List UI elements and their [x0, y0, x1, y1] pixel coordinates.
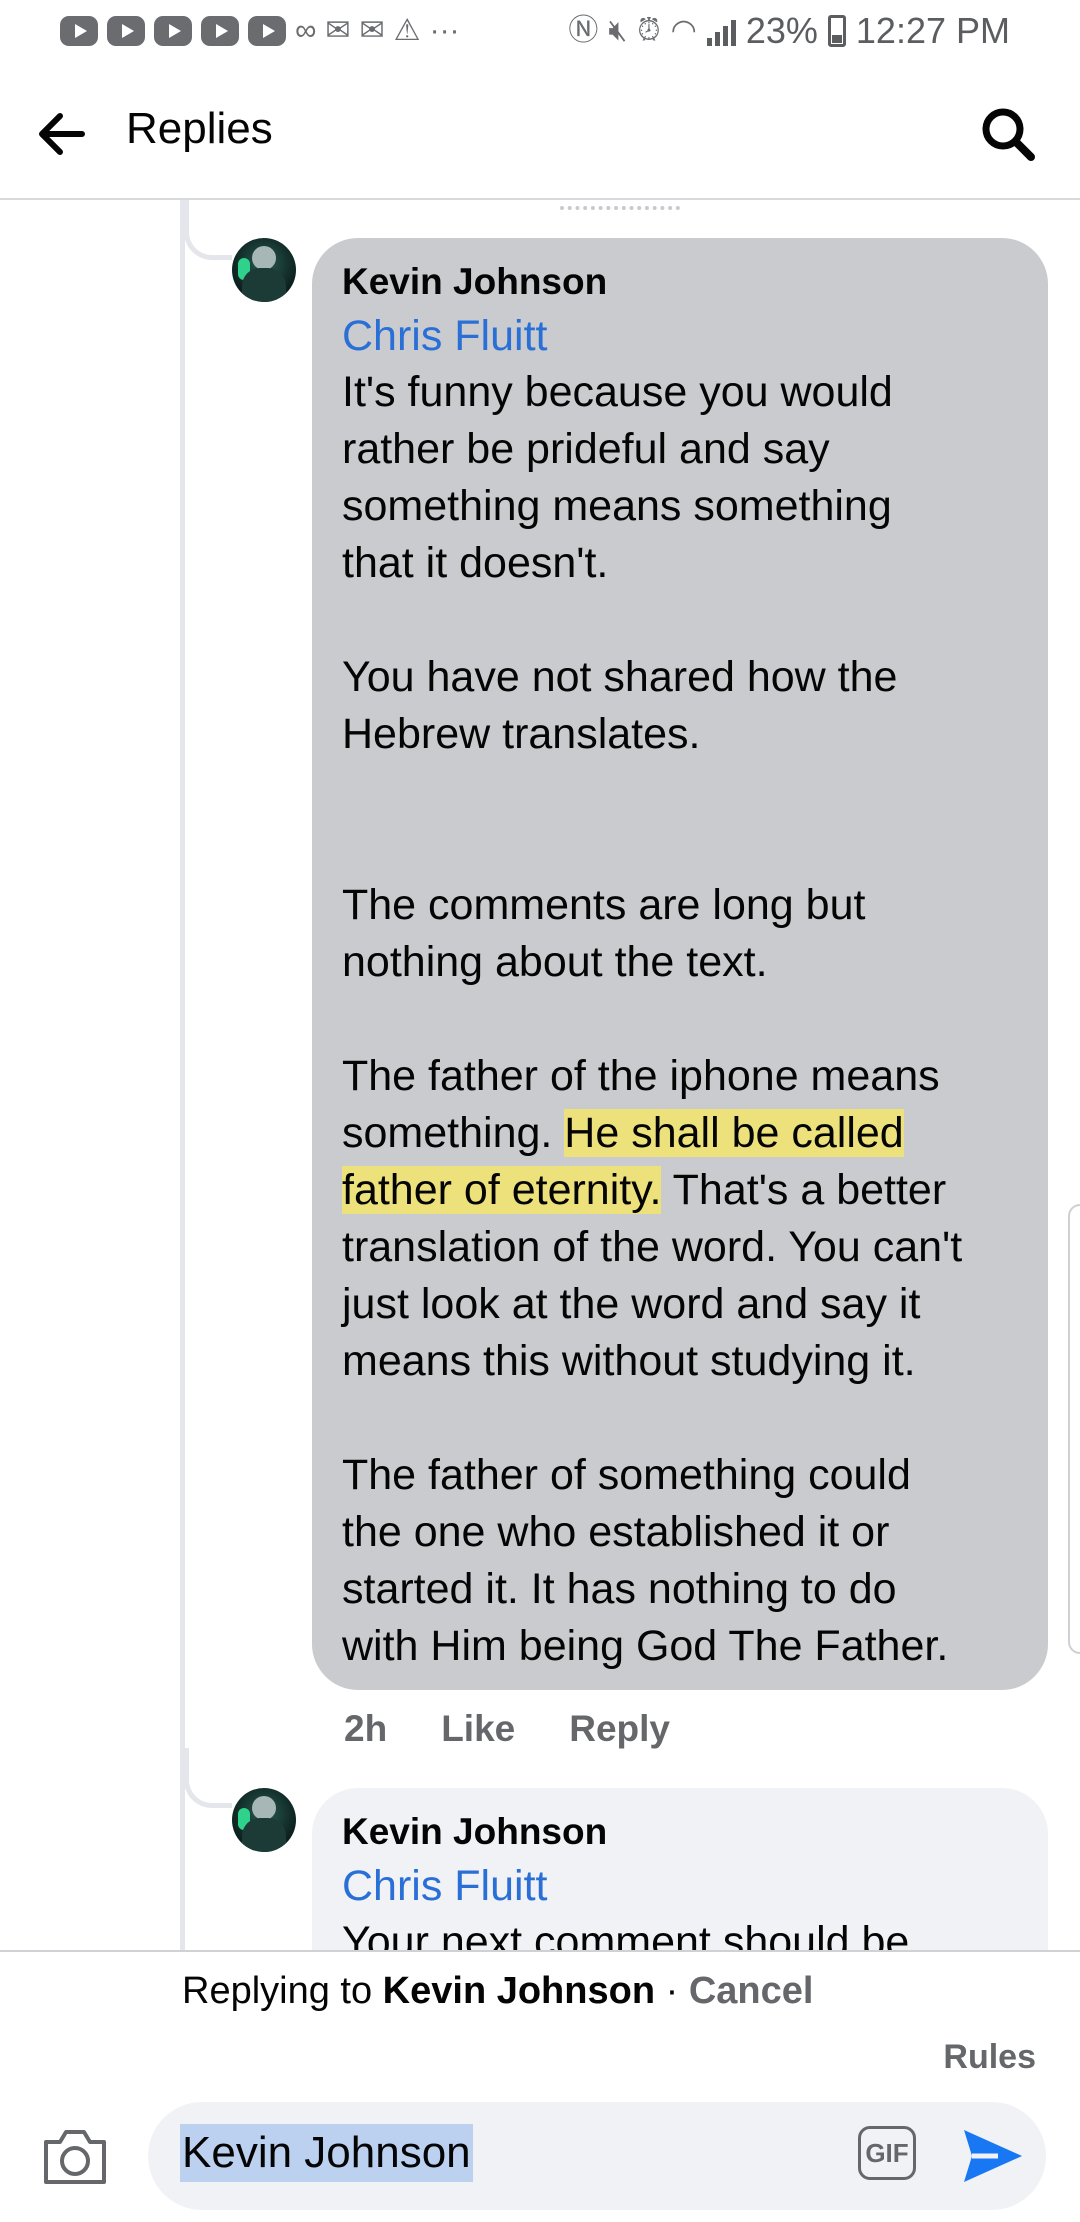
replying-prefix: Replying to	[182, 1970, 383, 2012]
nfc-icon: Ⓝ	[568, 14, 599, 47]
search-icon	[982, 108, 1035, 161]
warning-icon: ⚠	[393, 14, 421, 47]
comment-author[interactable]: Kevin Johnson	[342, 256, 1018, 308]
avatar-head	[252, 1796, 276, 1820]
comment-actions: 2h Like Reply	[344, 1708, 670, 1750]
comment-bubble[interactable]: Kevin Johnson Chris Fluitt Your next com…	[312, 1788, 1048, 1950]
avatar[interactable]	[232, 1788, 296, 1852]
replying-to-label: Replying to Kevin Johnson · Cancel	[182, 1970, 813, 2013]
thread-line	[180, 200, 185, 1950]
avatar-body	[242, 1818, 286, 1852]
comment-timestamp[interactable]: 2h	[344, 1708, 387, 1750]
youtube-notification-icon	[154, 16, 192, 46]
more-notifications-icon: ···	[429, 14, 460, 47]
camera-icon	[44, 2130, 106, 2184]
send-button[interactable]	[958, 2124, 1028, 2188]
reply-button[interactable]: Reply	[569, 1708, 670, 1750]
clock: 12:27 PM	[855, 10, 1010, 51]
rules-link[interactable]: Rules	[943, 2038, 1036, 2077]
comment-text-part: It's funny because you would rather be p…	[342, 368, 940, 1157]
comment-text-part: That's a better translation of the word.…	[342, 1166, 963, 1670]
comment-mention[interactable]: Chris Fluitt	[342, 1858, 1018, 1914]
mute-icon: 🔇︎	[608, 14, 628, 47]
previous-comment-edge	[560, 200, 680, 210]
comment-text: Your next comment should be	[342, 1918, 910, 1950]
wifi-icon: ◠	[670, 14, 697, 47]
thread-connector	[184, 1748, 232, 1808]
youtube-notification-icon	[201, 16, 239, 46]
page-title: Replies	[126, 104, 273, 153]
youtube-notification-icon	[107, 16, 145, 46]
signal-icon	[706, 16, 736, 46]
comment-text: It's funny because you would rather be p…	[342, 364, 1018, 1675]
avatar-body	[242, 268, 286, 302]
comment-author[interactable]: Kevin Johnson	[342, 1806, 1018, 1858]
voicemail-icon: ∞	[295, 14, 317, 47]
scrollbar[interactable]	[1068, 1204, 1080, 1654]
replying-target: Kevin Johnson	[382, 1970, 656, 2012]
alarm-icon: ⏰︎	[637, 14, 661, 47]
comment-bubble[interactable]: Kevin Johnson Chris Fluitt It's funny be…	[312, 238, 1048, 1690]
mail-open-icon: ✉	[359, 14, 385, 47]
cancel-reply-button[interactable]: Cancel	[689, 1970, 814, 2012]
comment-input-value[interactable]: Kevin Johnson	[180, 2124, 473, 2182]
reply-thread[interactable]: Kevin Johnson Chris Fluitt It's funny be…	[0, 200, 1080, 1950]
arrow-left-icon	[39, 113, 85, 155]
battery-icon	[827, 15, 846, 47]
status-bar: ∞ ✉ ✉ ⚠ ··· Ⓝ 🔇︎ ⏰︎ ◠ 23% 12:27 PM	[0, 0, 1080, 64]
avatar-head	[252, 246, 276, 270]
replying-separator: ·	[655, 1970, 689, 2012]
youtube-notification-icon	[60, 16, 98, 46]
system-icons: Ⓝ 🔇︎ ⏰︎ ◠ 23% 12:27 PM	[568, 10, 1010, 52]
send-icon	[964, 2130, 1022, 2182]
youtube-notification-icon	[248, 16, 286, 46]
notification-icons: ∞ ✉ ✉ ⚠ ···	[60, 14, 460, 48]
like-button[interactable]: Like	[441, 1708, 515, 1750]
back-button[interactable]	[30, 102, 94, 166]
mail-icon: ✉	[325, 14, 351, 47]
comment-input[interactable]: Kevin Johnson GIF	[148, 2102, 1046, 2210]
comment-mention[interactable]: Chris Fluitt	[342, 308, 1018, 364]
gif-button[interactable]: GIF	[858, 2126, 916, 2180]
battery-percent: 23%	[745, 10, 818, 51]
reply-composer: Replying to Kevin Johnson · Cancel Rules…	[0, 1950, 1080, 2222]
avatar[interactable]	[232, 238, 296, 302]
thread-connector	[184, 200, 232, 260]
search-button[interactable]	[976, 102, 1040, 166]
app-header: Replies	[0, 64, 1080, 200]
camera-button[interactable]	[40, 2124, 110, 2188]
